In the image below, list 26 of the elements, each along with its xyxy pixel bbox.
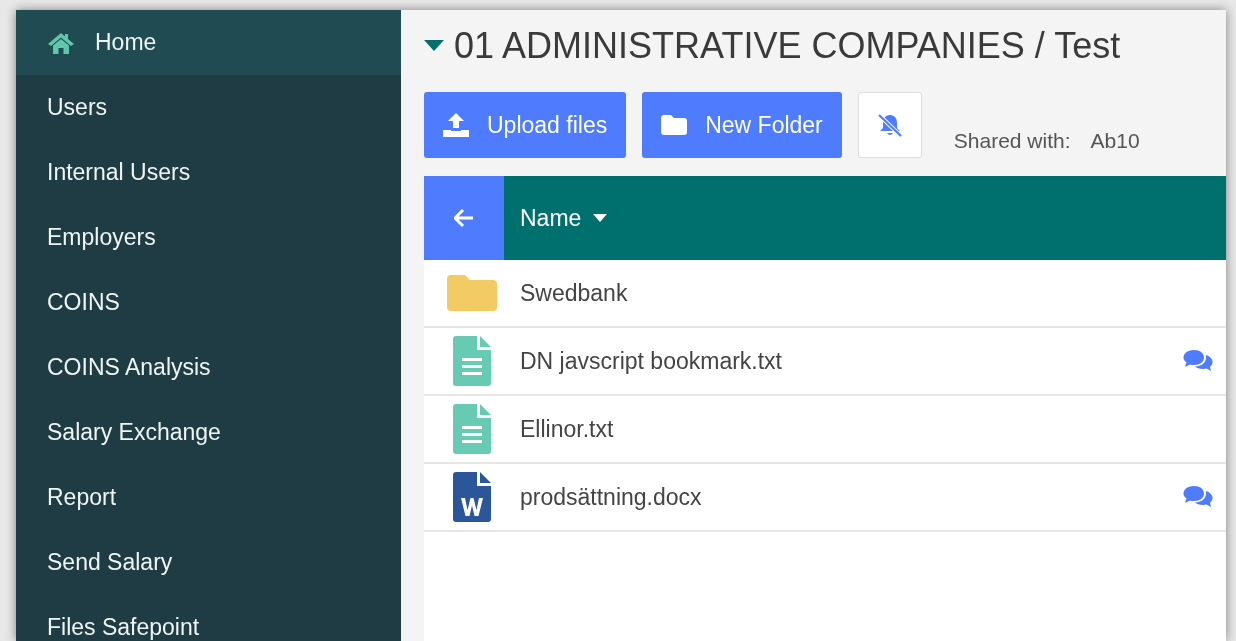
shared-with-label: Shared with: — [953, 127, 1071, 154]
file-name[interactable]: prodsättning.docx — [520, 479, 1183, 515]
shared-with-value: Ab10 — [1090, 127, 1140, 154]
text-file-icon — [453, 336, 491, 386]
upload-icon — [443, 113, 469, 137]
word-document-icon — [453, 472, 491, 522]
file-name[interactable]: Swedbank — [520, 275, 1226, 311]
file-name[interactable]: Ellinor.txt — [520, 411, 1226, 447]
upload-files-button[interactable]: Upload files — [424, 92, 627, 158]
text-file-icon — [453, 404, 491, 454]
bell-off-icon — [876, 112, 903, 138]
folder-icon — [661, 115, 688, 135]
collapse-caret-icon[interactable] — [424, 40, 444, 52]
sort-caret-icon — [593, 214, 608, 222]
new-folder-button[interactable]: New Folder — [642, 92, 842, 158]
comments-icon[interactable] — [1183, 486, 1213, 508]
comments-icon[interactable] — [1183, 350, 1213, 372]
folder-icon — [447, 275, 497, 311]
sidebar-item[interactable]: Home — [16, 10, 401, 75]
name-column-header[interactable]: Name — [504, 176, 608, 260]
back-arrow-icon — [454, 209, 474, 227]
notifications-toggle-button[interactable] — [857, 92, 922, 158]
back-button[interactable] — [424, 176, 504, 260]
home-icon — [47, 30, 75, 55]
file-name[interactable]: DN javscript bookmark.txt — [520, 343, 1183, 379]
folder-title: 01 ADMINISTRATIVE COMPANIES / Test — [454, 24, 1121, 68]
